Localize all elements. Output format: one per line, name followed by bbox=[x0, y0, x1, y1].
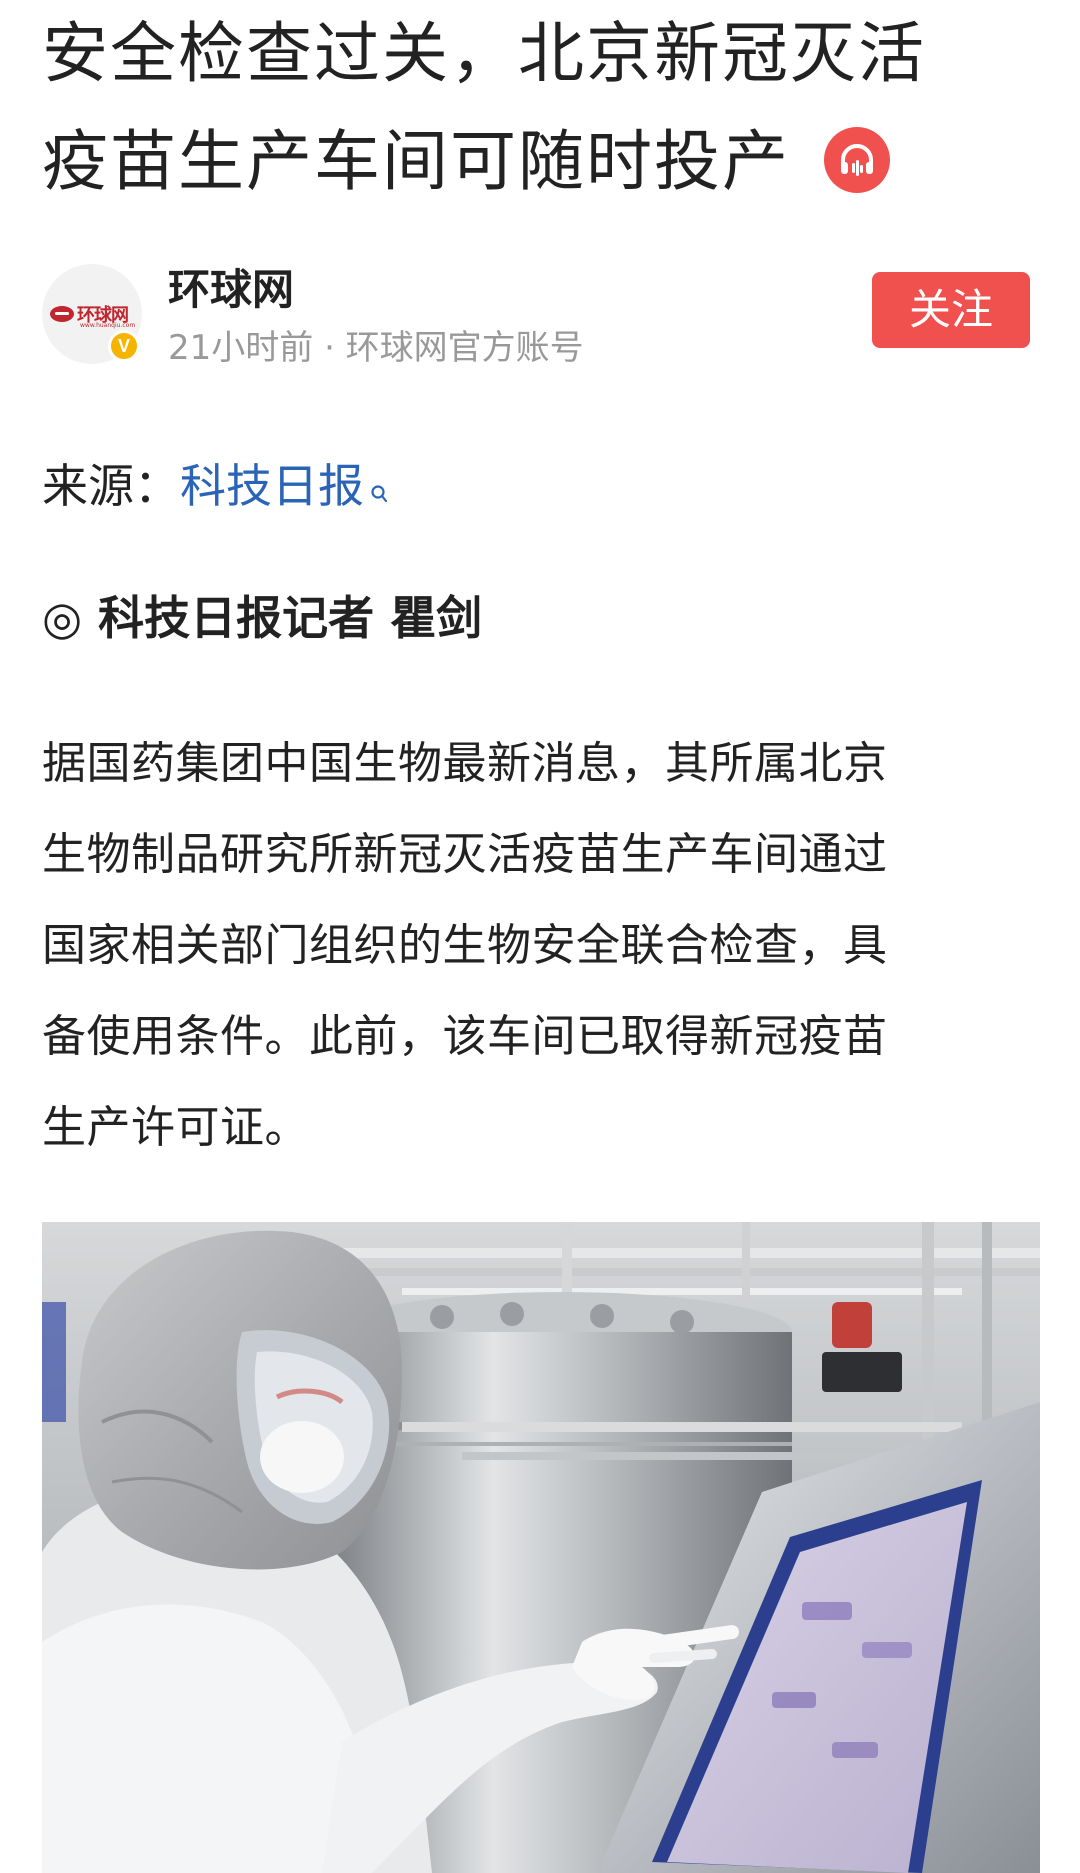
paragraph-line: 生产许可证。 bbox=[42, 1102, 309, 1153]
huanqiu-logo: 环球网 www.huanqiu.com bbox=[50, 300, 136, 329]
source-link[interactable]: 科技日报 bbox=[180, 459, 364, 513]
title-line-2-text: 疫苗生产车间可随时投产 bbox=[42, 123, 790, 200]
author-meta: 21小时前 · 环球网官方账号 bbox=[168, 328, 584, 368]
author-name[interactable]: 环球网 bbox=[168, 262, 294, 318]
verified-badge-icon: V bbox=[108, 330, 140, 362]
logo-mark-icon bbox=[50, 306, 74, 322]
title-line-1: 安全检查过关，北京新冠灭活 bbox=[42, 15, 926, 92]
headphones-icon bbox=[841, 144, 873, 176]
article-title: 安全检查过关，北京新冠灭活 疫苗生产车间可随时投产 bbox=[42, 0, 1032, 216]
logo-subtext: www.huanqiu.com bbox=[80, 322, 136, 329]
search-icon[interactable] bbox=[370, 462, 390, 522]
paragraph-line: 国家相关部门组织的生物安全联合检查，具 bbox=[42, 920, 888, 971]
source-label: 来源： bbox=[42, 459, 180, 513]
article-paragraph: 据国药集团中国生物最新消息，其所属北京 生物制品研究所新冠灭活疫苗生产车间通过 … bbox=[42, 718, 1042, 1173]
author-row: 环球网 www.huanqiu.com V 环球网 21小时前 · 环球网官方账… bbox=[42, 262, 1040, 372]
author-avatar[interactable]: 环球网 www.huanqiu.com V bbox=[42, 264, 142, 364]
listen-button[interactable] bbox=[824, 126, 890, 193]
paragraph-line: 生物制品研究所新冠灭活疫苗生产车间通过 bbox=[42, 829, 888, 880]
follow-button[interactable]: 关注 bbox=[872, 272, 1030, 348]
paragraph-line: 备使用条件。此前，该车间已取得新冠疫苗 bbox=[42, 1011, 888, 1062]
article-source: 来源：科技日报 bbox=[42, 456, 390, 522]
title-line-2: 疫苗生产车间可随时投产 bbox=[42, 108, 1032, 216]
article-byline: ◎ 科技日报记者 瞿剑 bbox=[42, 591, 483, 645]
article-photo[interactable] bbox=[42, 1222, 1040, 1873]
paragraph-line: 据国药集团中国生物最新消息，其所属北京 bbox=[42, 738, 888, 789]
article-page: 安全检查过关，北京新冠灭活 疫苗生产车间可随时投产 环球网 www.huanqi… bbox=[0, 0, 1080, 1873]
